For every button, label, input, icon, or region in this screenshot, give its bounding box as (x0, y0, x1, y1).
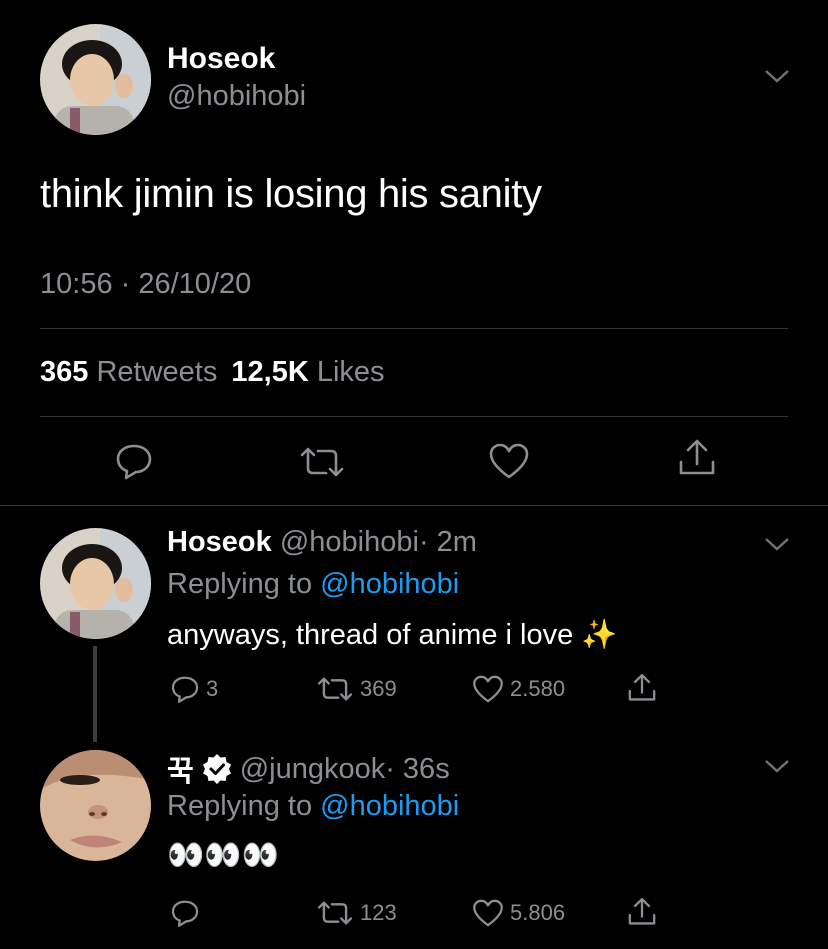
tweet-text: think jimin is losing his sanity (40, 172, 542, 216)
replying-to: Replying to @hobihobi (167, 790, 459, 823)
heart-icon[interactable] (472, 674, 504, 704)
reply-action[interactable] (170, 898, 206, 928)
like-action[interactable]: 2.580 (472, 674, 565, 704)
timestamp[interactable]: 10:56 · 26/10/20 (40, 268, 251, 301)
retweets-label[interactable]: Retweets (96, 356, 217, 388)
heart-icon[interactable] (472, 898, 504, 928)
replying-handle-link[interactable]: @hobihobi (320, 790, 459, 822)
like-count: 5.806 (510, 900, 566, 925)
heart-icon[interactable] (488, 442, 530, 480)
share-icon[interactable] (626, 672, 658, 704)
reply-text: 👀👀👀 (167, 839, 280, 872)
chevron-down-icon[interactable] (764, 68, 790, 84)
replying-to: Replying to @hobihobi (167, 568, 459, 601)
reply-time: · 2m (418, 526, 477, 558)
display-name[interactable]: Hoseok (167, 42, 275, 76)
retweet-count: 123 (360, 900, 397, 925)
chevron-down-icon[interactable] (764, 758, 790, 774)
replying-prefix: Replying to (167, 568, 313, 600)
thread-line (93, 646, 97, 742)
reply-icon[interactable] (170, 674, 200, 704)
reply-header: Hoseok @hobihobi· 2m (167, 526, 477, 559)
likes-count[interactable]: 12,5K (231, 356, 308, 388)
divider (0, 505, 828, 506)
share-icon[interactable] (626, 896, 658, 928)
retweet-icon[interactable] (316, 900, 354, 926)
retweets-count[interactable]: 365 (40, 356, 88, 388)
display-name[interactable]: Hoseok (167, 526, 272, 558)
engagement-stats: 365 Retweets 12,5K Likes (40, 356, 385, 389)
likes-label[interactable]: Likes (317, 356, 385, 388)
retweet-icon[interactable] (298, 446, 346, 478)
replying-prefix: Replying to (167, 790, 313, 822)
share-icon[interactable] (676, 438, 718, 478)
retweet-icon[interactable] (316, 676, 354, 702)
retweet-count: 369 (360, 676, 397, 701)
reply-action[interactable]: 3 (170, 674, 218, 704)
reply-icon[interactable] (114, 442, 154, 480)
reply-count: 3 (206, 676, 219, 701)
reply-text: anyways, thread of anime i love ✨ (167, 619, 618, 651)
avatar[interactable] (40, 750, 151, 861)
like-action[interactable]: 5.806 (472, 898, 565, 928)
divider (40, 416, 788, 417)
handle[interactable]: @hobihobi (167, 80, 306, 113)
avatar[interactable] (40, 24, 151, 135)
avatar[interactable] (40, 528, 151, 639)
like-count: 2.580 (510, 676, 566, 701)
reply-icon[interactable] (170, 898, 200, 928)
retweet-action[interactable]: 369 (316, 676, 397, 702)
chevron-down-icon[interactable] (764, 536, 790, 552)
retweet-action[interactable]: 123 (316, 900, 397, 926)
verified-badge-icon (202, 754, 232, 784)
handle[interactable]: @hobihobi (280, 526, 419, 558)
replying-handle-link[interactable]: @hobihobi (320, 568, 459, 600)
display-name[interactable]: 꾹 (167, 748, 194, 790)
divider (40, 328, 788, 329)
handle[interactable]: @jungkook (240, 753, 386, 785)
reply-header: 꾹 @jungkook· 36s (167, 748, 450, 790)
reply-time: · 36s (385, 752, 450, 785)
